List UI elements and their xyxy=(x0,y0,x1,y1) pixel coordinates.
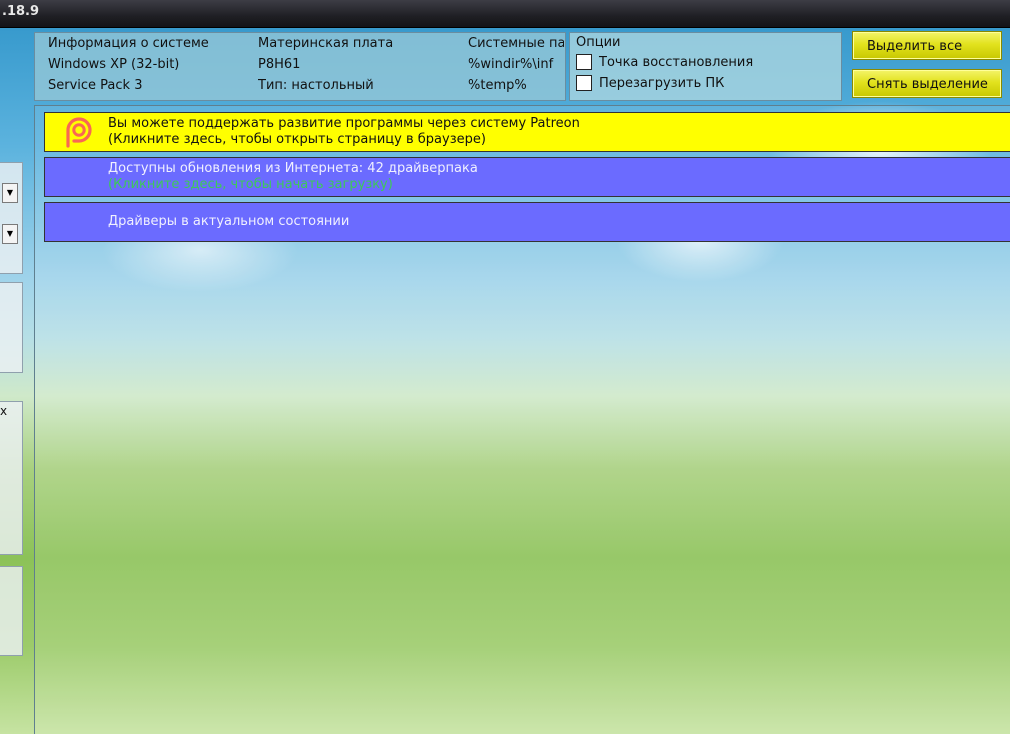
updates-banner-hint: (Кликните здесь, чтобы начать загрузку) xyxy=(108,177,393,192)
system-paths-column: Системные па %windir%\inf %temp% xyxy=(468,33,564,96)
patreon-banner[interactable]: Вы можете поддержать развитие программы … xyxy=(44,112,1010,152)
motherboard-model: P8H61 xyxy=(258,57,301,72)
dropdown-arrow-icon[interactable]: ▼ xyxy=(2,224,18,244)
service-pack: Service Pack 3 xyxy=(48,78,143,93)
system-info-panel: Информация о системе Windows XP (32-bit)… xyxy=(34,32,566,101)
restore-point-checkbox[interactable] xyxy=(576,53,592,70)
drivers-up-to-date-banner: Драйверы в актуальном состоянии xyxy=(44,202,1010,242)
updates-banner-title: Доступны обновления из Интернета: 42 дра… xyxy=(108,161,478,176)
motherboard-column: Материнская плата P8H61 Тип: настольный xyxy=(258,33,458,96)
left-panel-2 xyxy=(0,282,23,373)
os-version: Windows XP (32-bit) xyxy=(48,57,180,72)
motherboard-header: Материнская плата xyxy=(258,36,394,51)
left-dropdown-panel: ▼ ▼ xyxy=(0,162,23,274)
left-panel-label: x xyxy=(0,404,8,418)
restore-point-option[interactable]: Точка восстановления xyxy=(576,53,753,73)
deselect-button[interactable]: Снять выделение xyxy=(852,69,1002,98)
system-paths-header: Системные па xyxy=(468,36,564,51)
left-panel-3: x xyxy=(0,401,23,555)
dropdown-arrow-icon[interactable]: ▼ xyxy=(2,183,18,203)
reboot-label: Перезагрузить ПК xyxy=(599,76,725,91)
patreon-icon xyxy=(66,117,92,148)
reboot-checkbox[interactable] xyxy=(576,74,592,91)
pc-type: Тип: настольный xyxy=(258,78,374,93)
system-info-column: Информация о системе Windows XP (32-bit)… xyxy=(48,33,248,96)
updates-banner[interactable]: Доступны обновления из Интернета: 42 дра… xyxy=(44,157,1010,197)
options-title: Опции xyxy=(576,35,621,50)
title-bar: .18.9 xyxy=(0,0,1010,28)
temp-path: %temp% xyxy=(468,78,527,93)
options-panel: Опции Точка восстановления Перезагрузить… xyxy=(569,32,842,101)
system-info-header: Информация о системе xyxy=(48,36,209,51)
patreon-banner-hint: (Кликните здесь, чтобы открыть страницу … xyxy=(108,132,486,147)
reboot-option[interactable]: Перезагрузить ПК xyxy=(576,74,724,94)
windir-path: %windir%\inf xyxy=(468,57,554,72)
patreon-banner-title: Вы можете поддержать развитие программы … xyxy=(108,116,580,131)
app-version: .18.9 xyxy=(2,4,40,19)
select-all-button[interactable]: Выделить все xyxy=(852,31,1002,60)
driver-list-panel xyxy=(34,105,1010,734)
left-panel-4 xyxy=(0,566,23,656)
restore-point-label: Точка восстановления xyxy=(599,55,754,70)
drivers-up-to-date-text: Драйверы в актуальном состоянии xyxy=(108,214,350,229)
